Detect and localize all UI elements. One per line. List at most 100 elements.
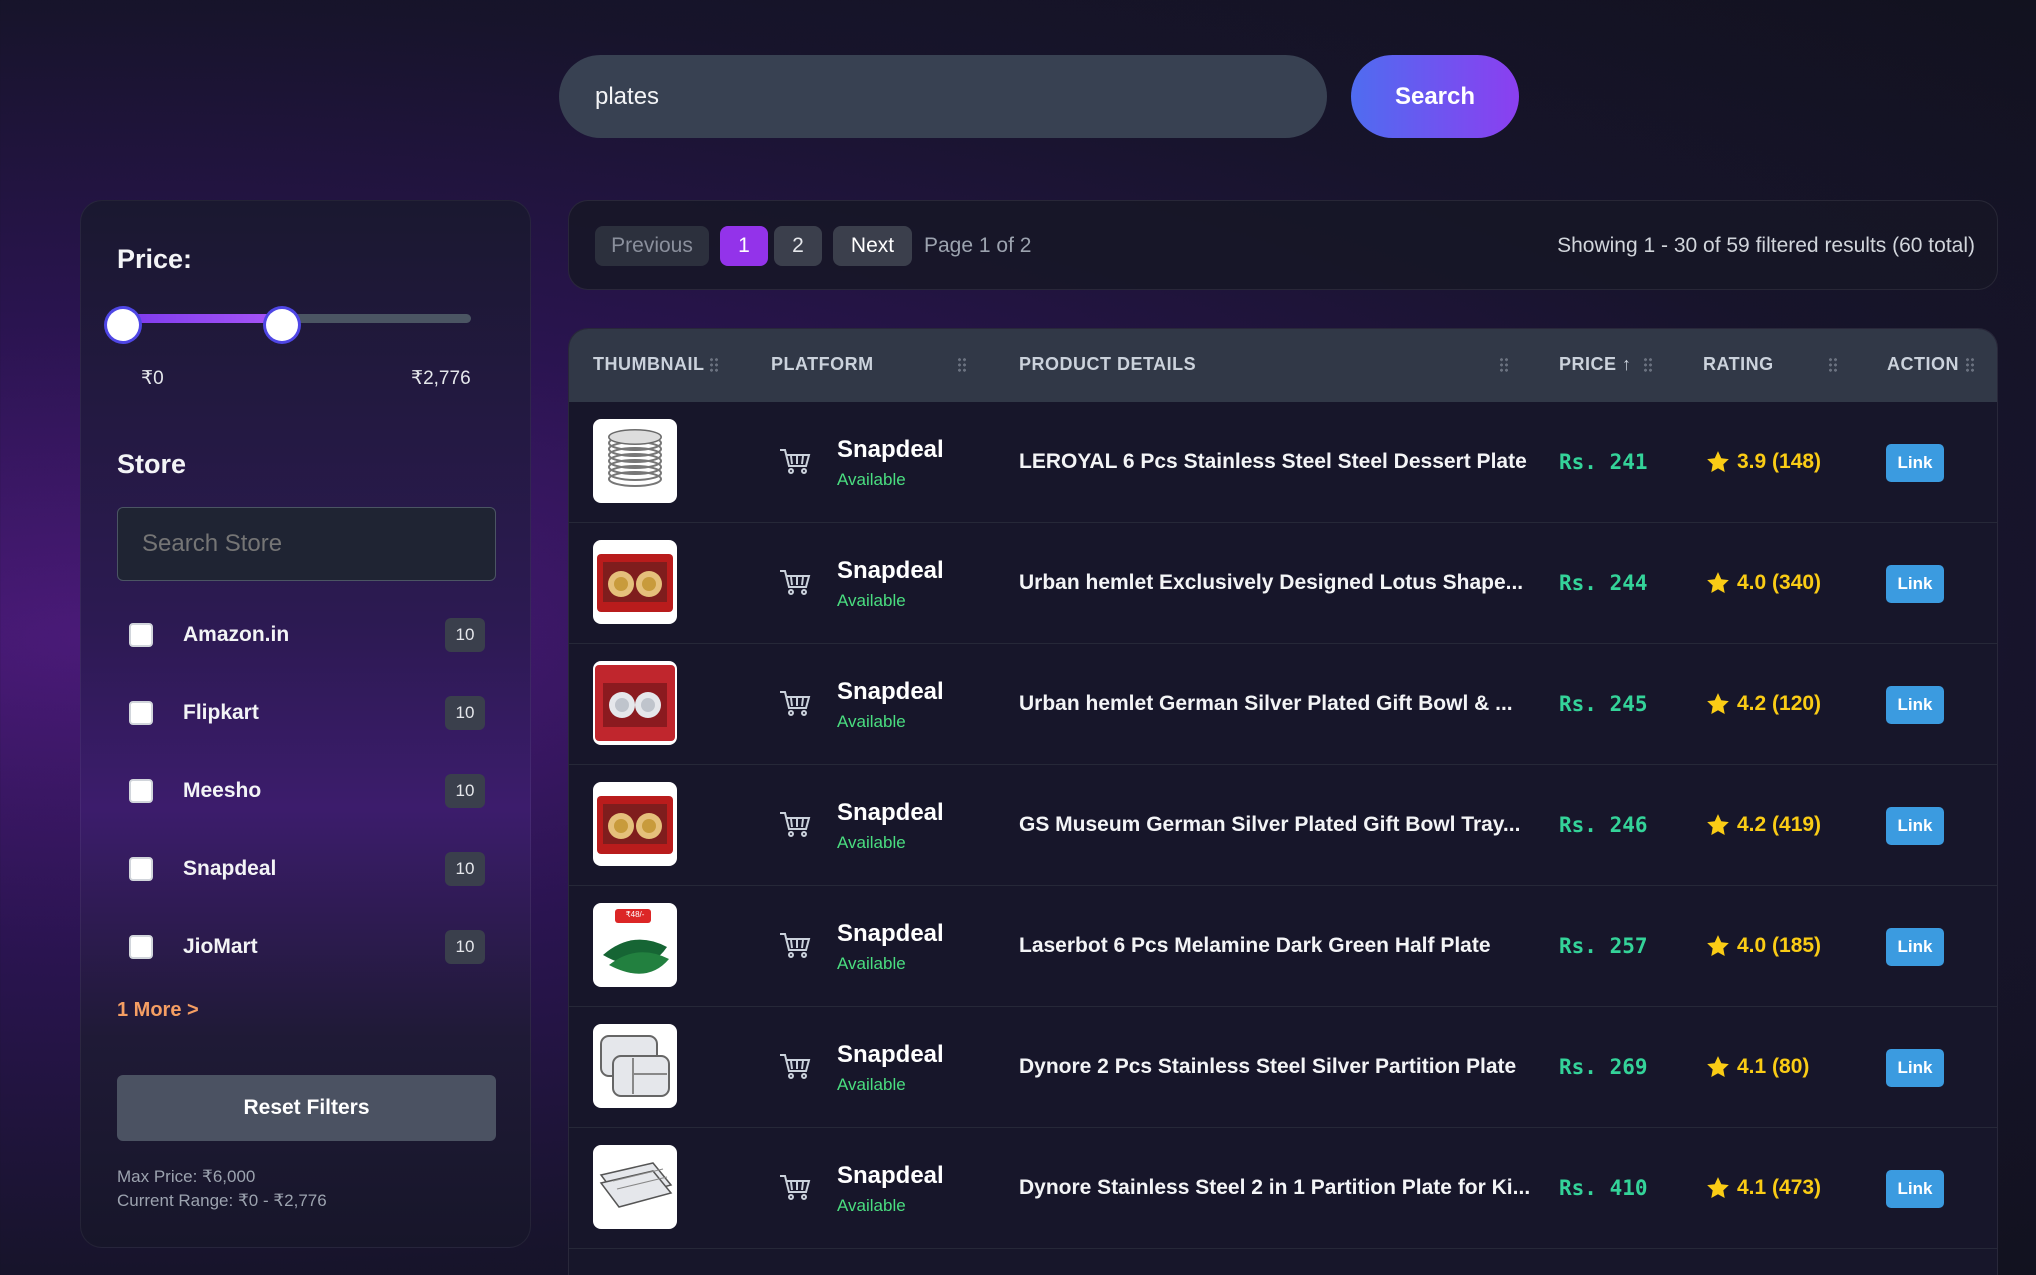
product-link-button[interactable]: Link bbox=[1886, 686, 1944, 724]
product-rating: 4.0 (340) bbox=[1737, 571, 1822, 594]
product-link-button[interactable]: Link bbox=[1886, 444, 1944, 482]
product-price: Rs. 269 bbox=[1559, 1055, 1648, 1079]
shopping-cart-icon bbox=[779, 447, 811, 475]
store-search-input[interactable] bbox=[117, 507, 496, 581]
store-label: Meesho bbox=[183, 779, 262, 802]
drag-handle-icon[interactable] bbox=[709, 357, 719, 373]
store-label: Flipkart bbox=[183, 701, 259, 724]
store-checkbox[interactable] bbox=[129, 623, 153, 647]
price-max-handle[interactable] bbox=[265, 309, 298, 341]
drag-handle-icon[interactable] bbox=[957, 357, 967, 373]
drag-handle-icon[interactable] bbox=[1828, 357, 1838, 373]
product-thumbnail[interactable] bbox=[593, 661, 677, 745]
store-count-badge: 10 bbox=[445, 852, 485, 886]
results-table: THUMBNAIL PLATFORM PRODUCT DETAILS PRICE… bbox=[568, 328, 1998, 1275]
product-link-button[interactable]: Link bbox=[1886, 807, 1944, 845]
pagination-bar: Previous 1 2 Next Page 1 of 2 Showing 1 … bbox=[568, 200, 1998, 290]
previous-page-button[interactable]: Previous bbox=[595, 226, 709, 266]
star-icon bbox=[1705, 933, 1731, 959]
store-option-jiomart[interactable]: JioMart 10 bbox=[129, 927, 485, 967]
page-2-button[interactable]: 2 bbox=[774, 226, 822, 266]
product-link-button[interactable]: Link bbox=[1886, 928, 1944, 966]
table-row: Snapdeal Available Laserbot 6 Pcs Melamine… bbox=[569, 886, 1997, 1007]
store-checkbox[interactable] bbox=[129, 935, 153, 959]
store-option-meesho[interactable]: Meesho 10 bbox=[129, 771, 485, 811]
product-title: Urban hemlet German Silver Plated Gift B… bbox=[1019, 692, 1513, 715]
column-header-price[interactable]: PRICE ↑ bbox=[1559, 354, 1632, 375]
table-row: Snapdeal Available Urban hemlet German Sil… bbox=[569, 644, 1997, 765]
column-header-platform[interactable]: PLATFORM bbox=[771, 354, 874, 375]
store-checkbox[interactable] bbox=[129, 779, 153, 803]
store-option-snapdeal[interactable]: Snapdeal 10 bbox=[129, 849, 485, 889]
product-thumbnail[interactable] bbox=[593, 419, 677, 503]
product-rating: 4.1 (473) bbox=[1737, 1176, 1822, 1199]
product-thumbnail[interactable] bbox=[593, 1024, 677, 1108]
shopping-cart-icon bbox=[779, 810, 811, 838]
product-link-button[interactable]: Link bbox=[1886, 565, 1944, 603]
star-icon bbox=[1705, 691, 1731, 717]
product-rating: 4.1 (80) bbox=[1737, 1055, 1810, 1078]
drag-handle-icon[interactable] bbox=[1965, 357, 1975, 373]
product-thumbnail[interactable] bbox=[593, 782, 677, 866]
thumbnail-price-badge: ₹48/- bbox=[625, 910, 645, 919]
product-rating: 3.9 (148) bbox=[1737, 450, 1822, 473]
platform-name: Snapdeal bbox=[837, 557, 944, 584]
product-title: Dynore 2 Pcs Stainless Steel Silver Part… bbox=[1019, 1055, 1517, 1078]
platform-name: Snapdeal bbox=[837, 678, 944, 705]
platform-name: Snapdeal bbox=[837, 920, 944, 947]
product-rating: 4.2 (120) bbox=[1737, 692, 1822, 715]
drag-handle-icon[interactable] bbox=[1499, 357, 1509, 373]
store-option-flipkart[interactable]: Flipkart 10 bbox=[129, 693, 485, 733]
product-price: Rs. 410 bbox=[1559, 1176, 1648, 1200]
product-title: Urban hemlet Exclusively Designed Lotus … bbox=[1019, 571, 1524, 594]
drag-handle-icon[interactable] bbox=[1643, 357, 1653, 373]
results-summary: Showing 1 - 30 of 59 filtered results (6… bbox=[1557, 234, 1975, 257]
price-max-label: ₹2,776 bbox=[411, 368, 471, 389]
next-page-button[interactable]: Next bbox=[833, 226, 912, 266]
price-min-handle[interactable] bbox=[107, 309, 139, 341]
product-link-button[interactable]: Link bbox=[1886, 1049, 1944, 1087]
store-count-badge: 10 bbox=[445, 930, 485, 964]
store-checkbox[interactable] bbox=[129, 857, 153, 881]
product-link-button[interactable]: Link bbox=[1886, 1170, 1944, 1208]
more-stores-link[interactable]: 1 More > bbox=[117, 999, 199, 1022]
product-thumbnail[interactable] bbox=[593, 540, 677, 624]
column-header-product-details[interactable]: PRODUCT DETAILS bbox=[1019, 354, 1196, 375]
store-filter-title: Store bbox=[117, 449, 187, 479]
star-icon bbox=[1705, 1054, 1731, 1080]
platform-name: Snapdeal bbox=[837, 1041, 944, 1068]
platform-name: Snapdeal bbox=[837, 436, 944, 463]
max-price-note: Max Price: ₹6,000 bbox=[117, 1167, 256, 1186]
product-rating: 4.2 (419) bbox=[1737, 813, 1822, 836]
store-checkbox[interactable] bbox=[129, 701, 153, 725]
availability-status: Available bbox=[837, 591, 906, 610]
page-1-button[interactable]: 1 bbox=[720, 226, 768, 266]
star-icon bbox=[1705, 1175, 1731, 1201]
store-option-amazon[interactable]: Amazon.in 10 bbox=[129, 615, 485, 655]
price-min-label: ₹0 bbox=[141, 368, 164, 389]
store-label: Amazon.in bbox=[183, 623, 290, 646]
search-input[interactable] bbox=[559, 55, 1327, 138]
shopping-cart-icon bbox=[779, 568, 811, 596]
store-count-badge: 10 bbox=[445, 618, 485, 652]
availability-status: Available bbox=[837, 712, 906, 731]
column-header-action[interactable]: ACTION bbox=[1887, 354, 1959, 375]
product-price: Rs. 257 bbox=[1559, 934, 1648, 958]
product-title: Laserbot 6 Pcs Melamine Dark Green Half … bbox=[1019, 934, 1491, 957]
reset-filters-button[interactable]: Reset Filters bbox=[117, 1075, 496, 1141]
current-range-note: Current Range: ₹0 - ₹2,776 bbox=[117, 1191, 327, 1210]
search-button[interactable]: Search bbox=[1351, 55, 1519, 138]
column-header-thumbnail[interactable]: THUMBNAIL bbox=[593, 354, 704, 375]
store-count-badge: 10 bbox=[445, 774, 485, 808]
product-thumbnail[interactable] bbox=[593, 1145, 677, 1229]
availability-status: Available bbox=[837, 954, 906, 973]
availability-status: Available bbox=[837, 833, 906, 852]
store-label: Snapdeal bbox=[183, 857, 277, 880]
table-row: Snapdeal Available Urban hemlet Exclusivel… bbox=[569, 523, 1997, 644]
filter-sidebar: Price: ₹0 ₹2,776 Store Amazon.in 10 Flip… bbox=[80, 200, 531, 1248]
table-row: Snapdeal Available Dynore Stainless Steel … bbox=[569, 1128, 1997, 1249]
price-range-fill bbox=[119, 314, 282, 323]
shopping-cart-icon bbox=[779, 689, 811, 717]
store-label: JioMart bbox=[183, 935, 258, 958]
column-header-rating[interactable]: RATING bbox=[1703, 354, 1774, 375]
